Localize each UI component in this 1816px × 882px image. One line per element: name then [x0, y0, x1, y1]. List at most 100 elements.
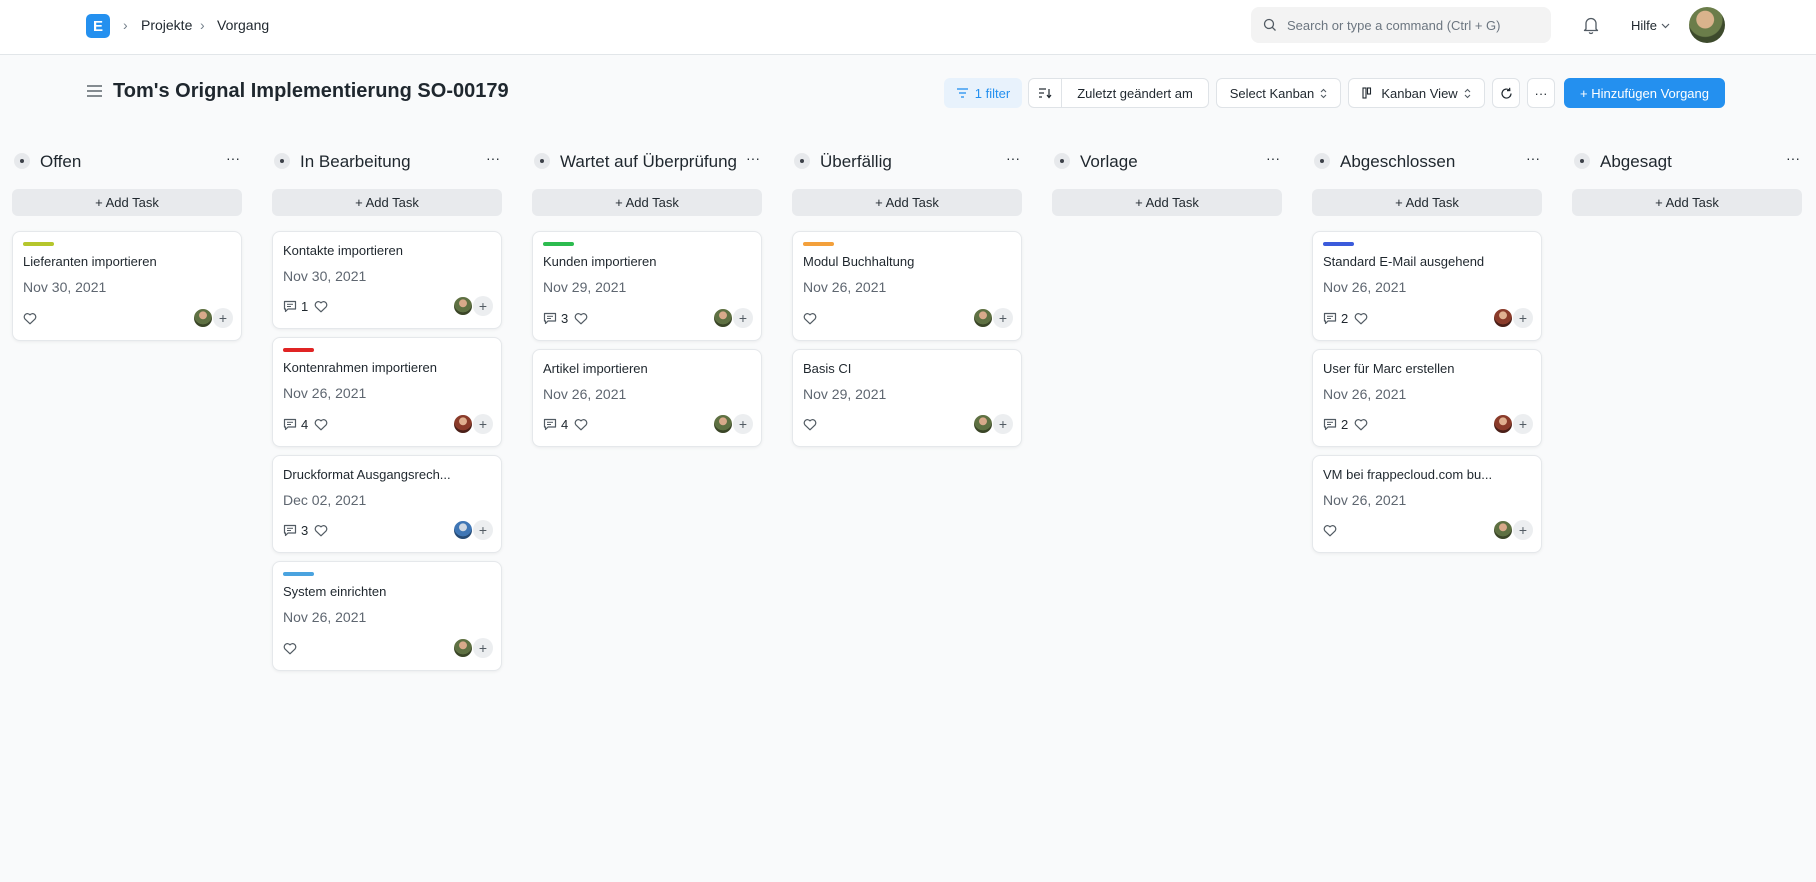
add-task-button[interactable]: + Add Task: [1312, 189, 1542, 216]
heart-icon[interactable]: [1354, 418, 1368, 431]
task-card[interactable]: Kunden importieren Nov 29, 2021 3 +: [532, 231, 762, 341]
heart-icon[interactable]: [314, 418, 328, 431]
card-footer: [1323, 520, 1337, 540]
task-card[interactable]: User für Marc erstellen Nov 26, 2021 2 +: [1312, 349, 1542, 447]
task-card[interactable]: System einrichten Nov 26, 2021 +: [272, 561, 502, 671]
add-assignee-button[interactable]: +: [1513, 414, 1533, 434]
assignee-avatar[interactable]: [453, 414, 473, 434]
assignee-avatar[interactable]: [453, 638, 473, 658]
column-indicator-icon[interactable]: [1574, 153, 1590, 169]
card-title: Basis CI: [803, 361, 852, 376]
task-card[interactable]: Lieferanten importieren Nov 30, 2021 +: [12, 231, 242, 341]
add-assignee-button[interactable]: +: [733, 308, 753, 328]
comment-count[interactable]: 2: [1323, 311, 1348, 326]
assignee-avatar[interactable]: [193, 308, 213, 328]
color-indicator: [543, 242, 574, 246]
heart-icon[interactable]: [1354, 312, 1368, 325]
assignee-avatar[interactable]: [453, 520, 473, 540]
task-card[interactable]: VM bei frappecloud.com bu... Nov 26, 2021…: [1312, 455, 1542, 553]
heart-icon[interactable]: [1323, 524, 1337, 537]
heart-icon[interactable]: [574, 312, 588, 325]
heart-icon[interactable]: [314, 524, 328, 537]
help-menu[interactable]: Hilfe: [1631, 18, 1670, 33]
column-more-button[interactable]: ···: [746, 150, 760, 166]
heart-icon[interactable]: [314, 300, 328, 313]
add-assignee-button[interactable]: +: [993, 414, 1013, 434]
task-card[interactable]: Standard E-Mail ausgehend Nov 26, 2021 2 +: [1312, 231, 1542, 341]
add-task-button[interactable]: + Add Task: [272, 189, 502, 216]
add-task-button[interactable]: + Add Task: [12, 189, 242, 216]
add-assignee-button[interactable]: +: [1513, 308, 1533, 328]
assignee-avatar[interactable]: [1493, 308, 1513, 328]
comment-count[interactable]: 4: [543, 417, 568, 432]
comment-count[interactable]: 2: [1323, 417, 1348, 432]
heart-icon[interactable]: [23, 312, 37, 325]
breadcrumb-vorgang[interactable]: Vorgang: [217, 17, 269, 33]
app-logo[interactable]: E: [86, 14, 110, 38]
select-kanban-dropdown[interactable]: Select Kanban: [1216, 78, 1341, 108]
filter-button[interactable]: 1 filter: [944, 78, 1022, 108]
assignee-avatar[interactable]: [1493, 414, 1513, 434]
column-indicator-icon[interactable]: [1054, 153, 1070, 169]
assignee-avatar[interactable]: [973, 414, 993, 434]
column-more-button[interactable]: ···: [226, 150, 240, 166]
column-indicator-icon[interactable]: [274, 153, 290, 169]
user-avatar[interactable]: [1689, 7, 1725, 43]
add-assignee-button[interactable]: +: [473, 638, 493, 658]
comment-count-value: 2: [1341, 310, 1349, 326]
column-more-button[interactable]: ···: [1266, 150, 1280, 166]
add-assignee-button[interactable]: +: [213, 308, 233, 328]
comment-count[interactable]: 3: [543, 311, 568, 326]
kanban-column: Abgesagt ··· + Add Task: [1572, 150, 1802, 216]
more-actions-button[interactable]: ···: [1527, 78, 1555, 108]
task-card[interactable]: Druckformat Ausgangsrech... Dec 02, 2021 3…: [272, 455, 502, 553]
search-input[interactable]: Search or type a command (Ctrl + G): [1251, 7, 1551, 43]
card-footer: 2: [1323, 308, 1368, 328]
comment-count[interactable]: 4: [283, 417, 308, 432]
sort-direction-button[interactable]: [1028, 78, 1062, 108]
heart-icon[interactable]: [283, 642, 297, 655]
column-more-button[interactable]: ···: [1006, 150, 1020, 166]
task-card[interactable]: Kontakte importieren Nov 30, 2021 1 +: [272, 231, 502, 329]
add-assignee-button[interactable]: +: [473, 414, 493, 434]
add-assignee-button[interactable]: +: [733, 414, 753, 434]
sort-field-button[interactable]: Zuletzt geändert am: [1061, 78, 1209, 108]
add-task-button[interactable]: + Add Task: [1052, 189, 1282, 216]
view-switcher-dropdown[interactable]: Kanban View: [1348, 78, 1485, 108]
assignee-avatar[interactable]: [713, 308, 733, 328]
column-more-button[interactable]: ···: [1786, 150, 1800, 166]
add-task-button[interactable]: + Add Task: [1572, 189, 1802, 216]
heart-icon[interactable]: [574, 418, 588, 431]
refresh-button[interactable]: [1492, 78, 1520, 108]
assignee-avatar[interactable]: [973, 308, 993, 328]
assignee-avatar[interactable]: [453, 296, 473, 316]
comment-count[interactable]: 1: [283, 299, 308, 314]
column-indicator-icon[interactable]: [534, 153, 550, 169]
task-card[interactable]: Basis CI Nov 29, 2021 +: [792, 349, 1022, 447]
column-indicator-icon[interactable]: [14, 153, 30, 169]
add-assignee-button[interactable]: +: [473, 520, 493, 540]
menu-icon[interactable]: [86, 84, 103, 98]
column-indicator-icon[interactable]: [794, 153, 810, 169]
task-card[interactable]: Kontenrahmen importieren Nov 26, 2021 4 +: [272, 337, 502, 447]
column-indicator-icon[interactable]: [1314, 153, 1330, 169]
task-card[interactable]: Modul Buchhaltung Nov 26, 2021 +: [792, 231, 1022, 341]
add-task-button[interactable]: + Add Task: [792, 189, 1022, 216]
task-card[interactable]: Artikel importieren Nov 26, 2021 4 +: [532, 349, 762, 447]
bell-icon[interactable]: [1582, 15, 1600, 35]
breadcrumb-projekte[interactable]: Projekte: [141, 17, 192, 33]
assignee-avatar[interactable]: [713, 414, 733, 434]
heart-icon[interactable]: [803, 312, 817, 325]
add-assignee-button[interactable]: +: [993, 308, 1013, 328]
add-task-button[interactable]: + Add Task: [532, 189, 762, 216]
add-assignee-button[interactable]: +: [1513, 520, 1533, 540]
add-vorgang-button[interactable]: + Hinzufügen Vorgang: [1564, 78, 1725, 108]
filter-label: 1 filter: [974, 85, 1011, 101]
assignee-avatar[interactable]: [1493, 520, 1513, 540]
heart-icon[interactable]: [803, 418, 817, 431]
column-more-button[interactable]: ···: [486, 150, 500, 166]
add-assignee-button[interactable]: +: [473, 296, 493, 316]
card-footer: 2: [1323, 414, 1368, 434]
comment-count[interactable]: 3: [283, 523, 308, 538]
column-more-button[interactable]: ···: [1526, 150, 1540, 166]
